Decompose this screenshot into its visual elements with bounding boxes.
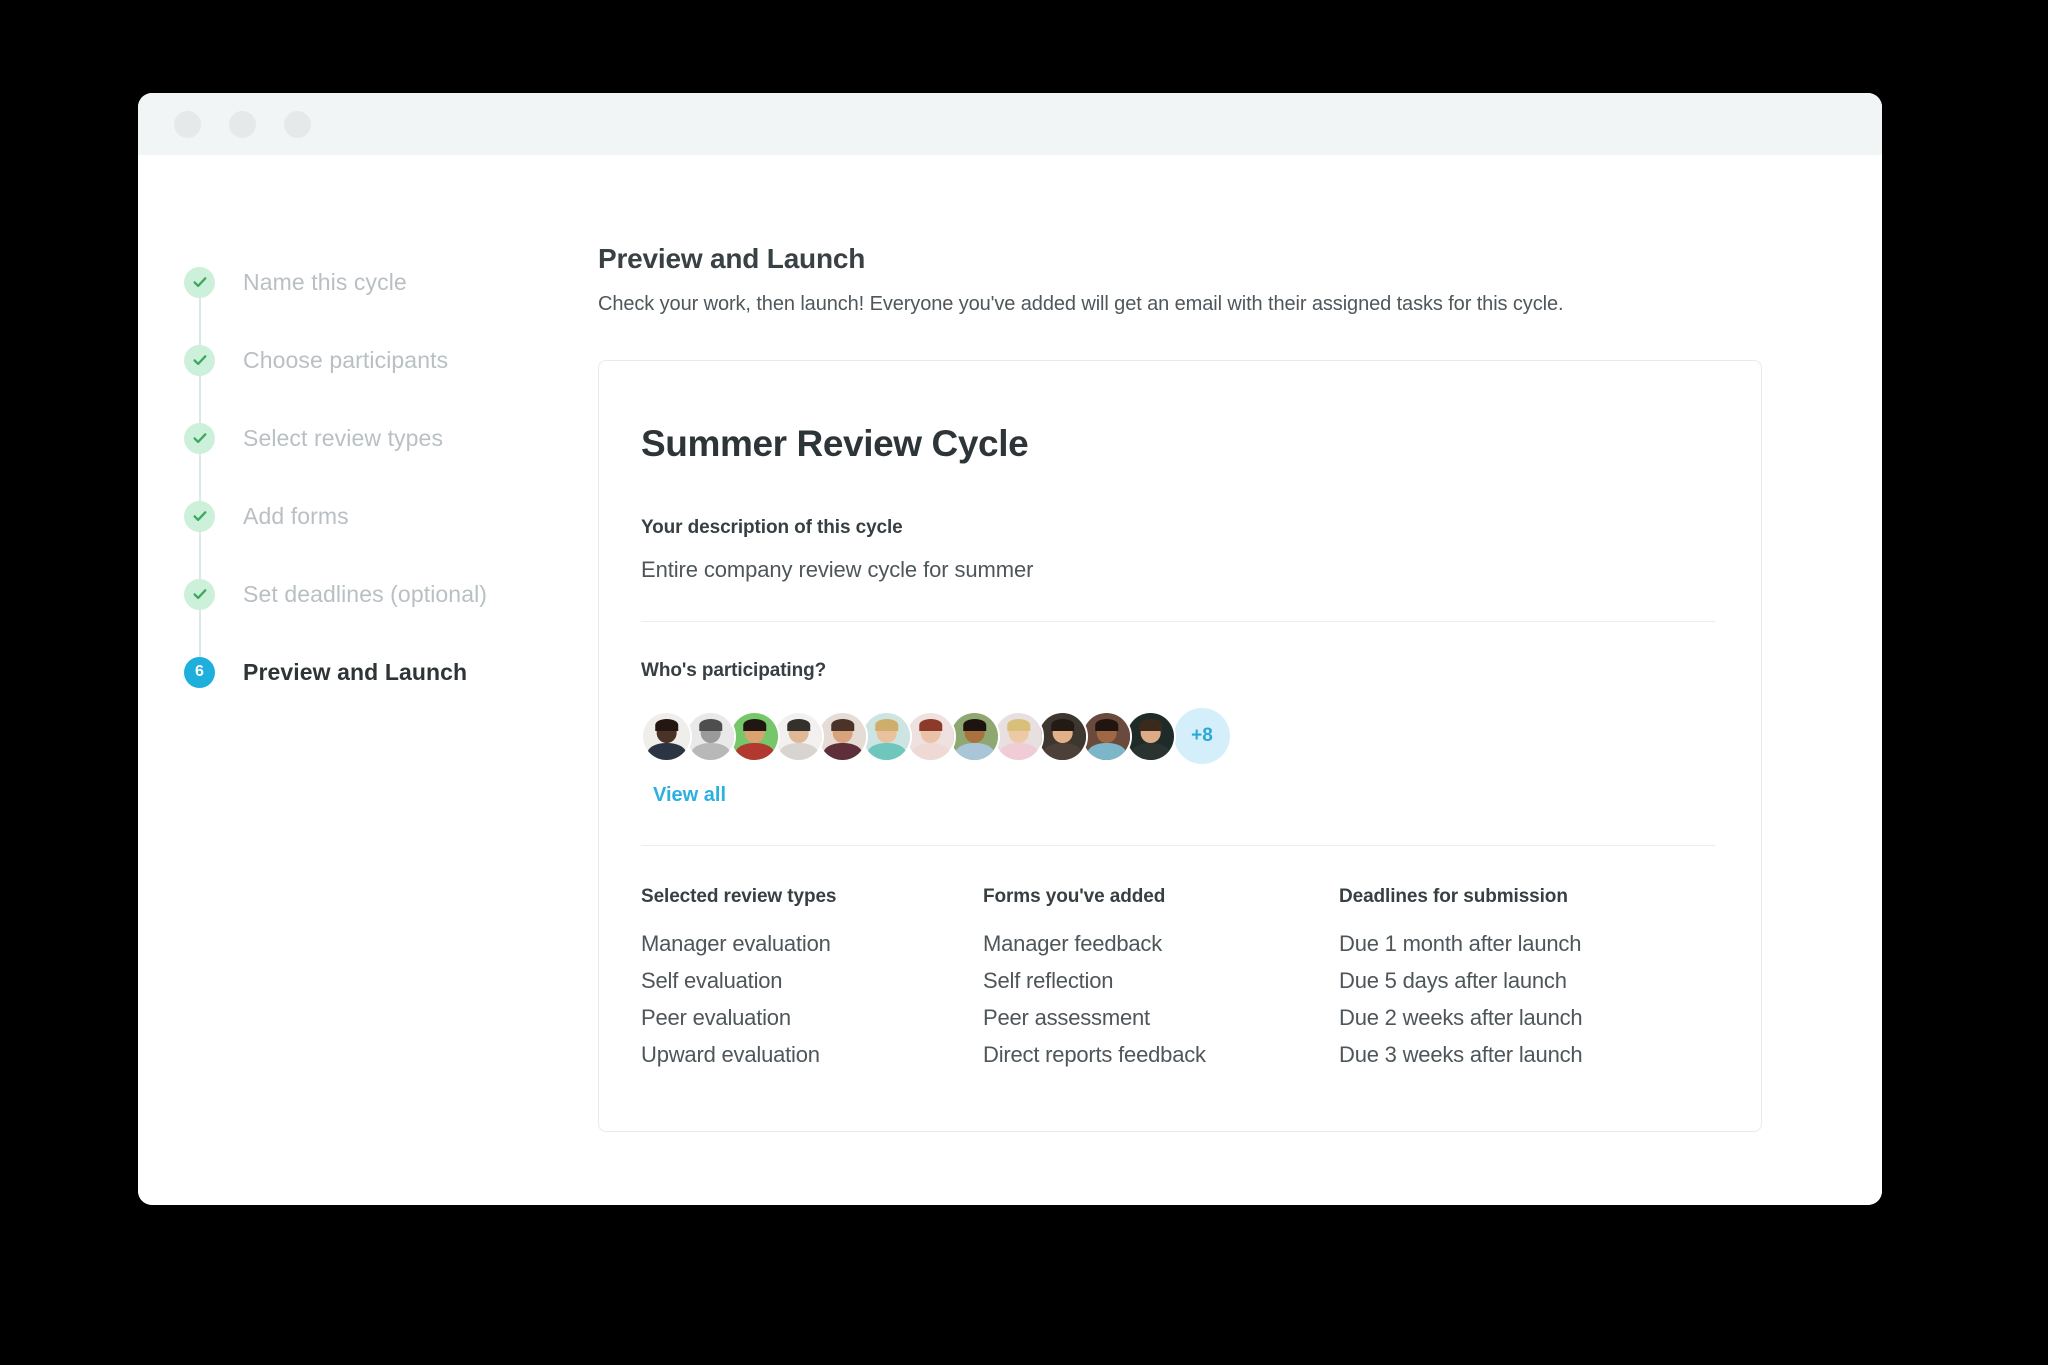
browser-window: Name this cycle Choose participants Select… (138, 93, 1882, 1205)
check-icon (184, 266, 215, 298)
summary-column-heading: Deadlines for submission (1339, 886, 1568, 907)
list-item: Due 5 days after launch (1339, 968, 1567, 994)
wizard-step-label: Add forms (243, 502, 349, 529)
participants-block: Who's participating? +8 View all (641, 622, 1715, 807)
summary-column-heading: Selected review types (641, 886, 837, 907)
wizard-step-label: Select review types (243, 424, 444, 451)
list-item: Peer evaluation (641, 1005, 791, 1031)
wizard-step-label: Set deadlines (optional) (243, 580, 488, 607)
page-title: Preview and Launch (598, 243, 866, 274)
wizard-step-label: Choose participants (243, 346, 449, 373)
list-item: Peer assessment (983, 1005, 1150, 1031)
participant-avatar[interactable] (1125, 710, 1176, 762)
step-number-badge: 6 (184, 656, 215, 688)
list-item: Manager evaluation (641, 931, 831, 956)
description-block: Your description of this cycle Entire co… (641, 517, 1715, 583)
close-dot[interactable] (174, 110, 201, 138)
check-icon (184, 422, 215, 454)
participant-avatar[interactable] (641, 710, 692, 762)
participant-avatar[interactable] (685, 710, 736, 762)
wizard-step-2[interactable]: Choose participants (184, 321, 598, 438)
wizard-step-5[interactable]: Set deadlines (optional) (184, 555, 598, 672)
avatar-row: +8 (641, 708, 1715, 764)
window-titlebar (138, 93, 1882, 155)
maximize-dot[interactable] (284, 110, 311, 138)
participant-avatar[interactable] (729, 710, 780, 762)
check-icon (184, 500, 215, 532)
minimize-dot[interactable] (229, 110, 256, 138)
view-all-link[interactable]: View all (653, 784, 726, 807)
wizard-step-4[interactable]: Add forms (184, 477, 598, 594)
wizard-step-label: Preview and Launch (243, 658, 468, 685)
wizard-step-label: Name this cycle (243, 268, 407, 295)
participant-avatar[interactable] (817, 710, 868, 762)
participant-avatar[interactable] (1081, 710, 1132, 762)
participant-avatar[interactable] (1037, 710, 1088, 762)
main-content: Preview and Launch Check your work, then… (598, 155, 1882, 1205)
summary-column: Forms you've added Manager feedback Self r… (983, 886, 1339, 1079)
list-item: Self reflection (983, 968, 1114, 994)
list-item: Direct reports feedback (983, 1042, 1206, 1068)
list-item: Due 2 weeks after launch (1339, 1005, 1583, 1031)
check-icon (184, 578, 215, 610)
participant-avatar[interactable] (905, 710, 956, 762)
list-item: Self evaluation (641, 968, 783, 994)
cycle-name: Summer Review Cycle (641, 423, 1029, 464)
description-value: Entire company review cycle for summer (641, 557, 1034, 582)
summary-card: Summer Review Cycle Your description of … (598, 360, 1762, 1132)
wizard-step-6[interactable]: 6 Preview and Launch (184, 633, 598, 711)
summary-column-heading: Forms you've added (983, 886, 1166, 907)
page-subtitle: Check your work, then launch! Everyone y… (598, 293, 1564, 315)
participant-avatar[interactable] (861, 710, 912, 762)
participants-label: Who's participating? (641, 660, 827, 681)
summary-column-list: Manager feedback Self reflection Peer asse… (983, 930, 1339, 1070)
check-icon (184, 344, 215, 376)
summary-column: Deadlines for submission Due 1 month afte… (1339, 886, 1739, 1079)
list-item: Due 3 weeks after launch (1339, 1042, 1583, 1068)
summary-column: Selected review types Manager evaluation S… (641, 886, 983, 1079)
wizard-step-3[interactable]: Select review types (184, 399, 598, 516)
step-number-label: 6 (195, 663, 204, 680)
window-body: Name this cycle Choose participants Select… (138, 155, 1882, 1205)
participant-avatar[interactable] (773, 710, 824, 762)
list-item: Upward evaluation (641, 1042, 820, 1068)
avatar-overflow-badge[interactable]: +8 (1174, 708, 1230, 764)
wizard-step-1[interactable]: Name this cycle (184, 243, 598, 360)
summary-column-list: Due 1 month after launch Due 5 days after… (1339, 930, 1739, 1070)
list-item: Manager feedback (983, 931, 1163, 956)
participant-avatar[interactable] (993, 710, 1044, 762)
wizard-stepper-sidebar: Name this cycle Choose participants Select… (138, 155, 598, 1205)
participant-avatar[interactable] (949, 710, 1000, 762)
description-label: Your description of this cycle (641, 517, 903, 538)
list-item: Due 1 month after launch (1339, 931, 1582, 956)
summary-columns: Selected review types Manager evaluation S… (641, 846, 1715, 1079)
summary-column-list: Manager evaluation Self evaluation Peer ev… (641, 930, 983, 1070)
